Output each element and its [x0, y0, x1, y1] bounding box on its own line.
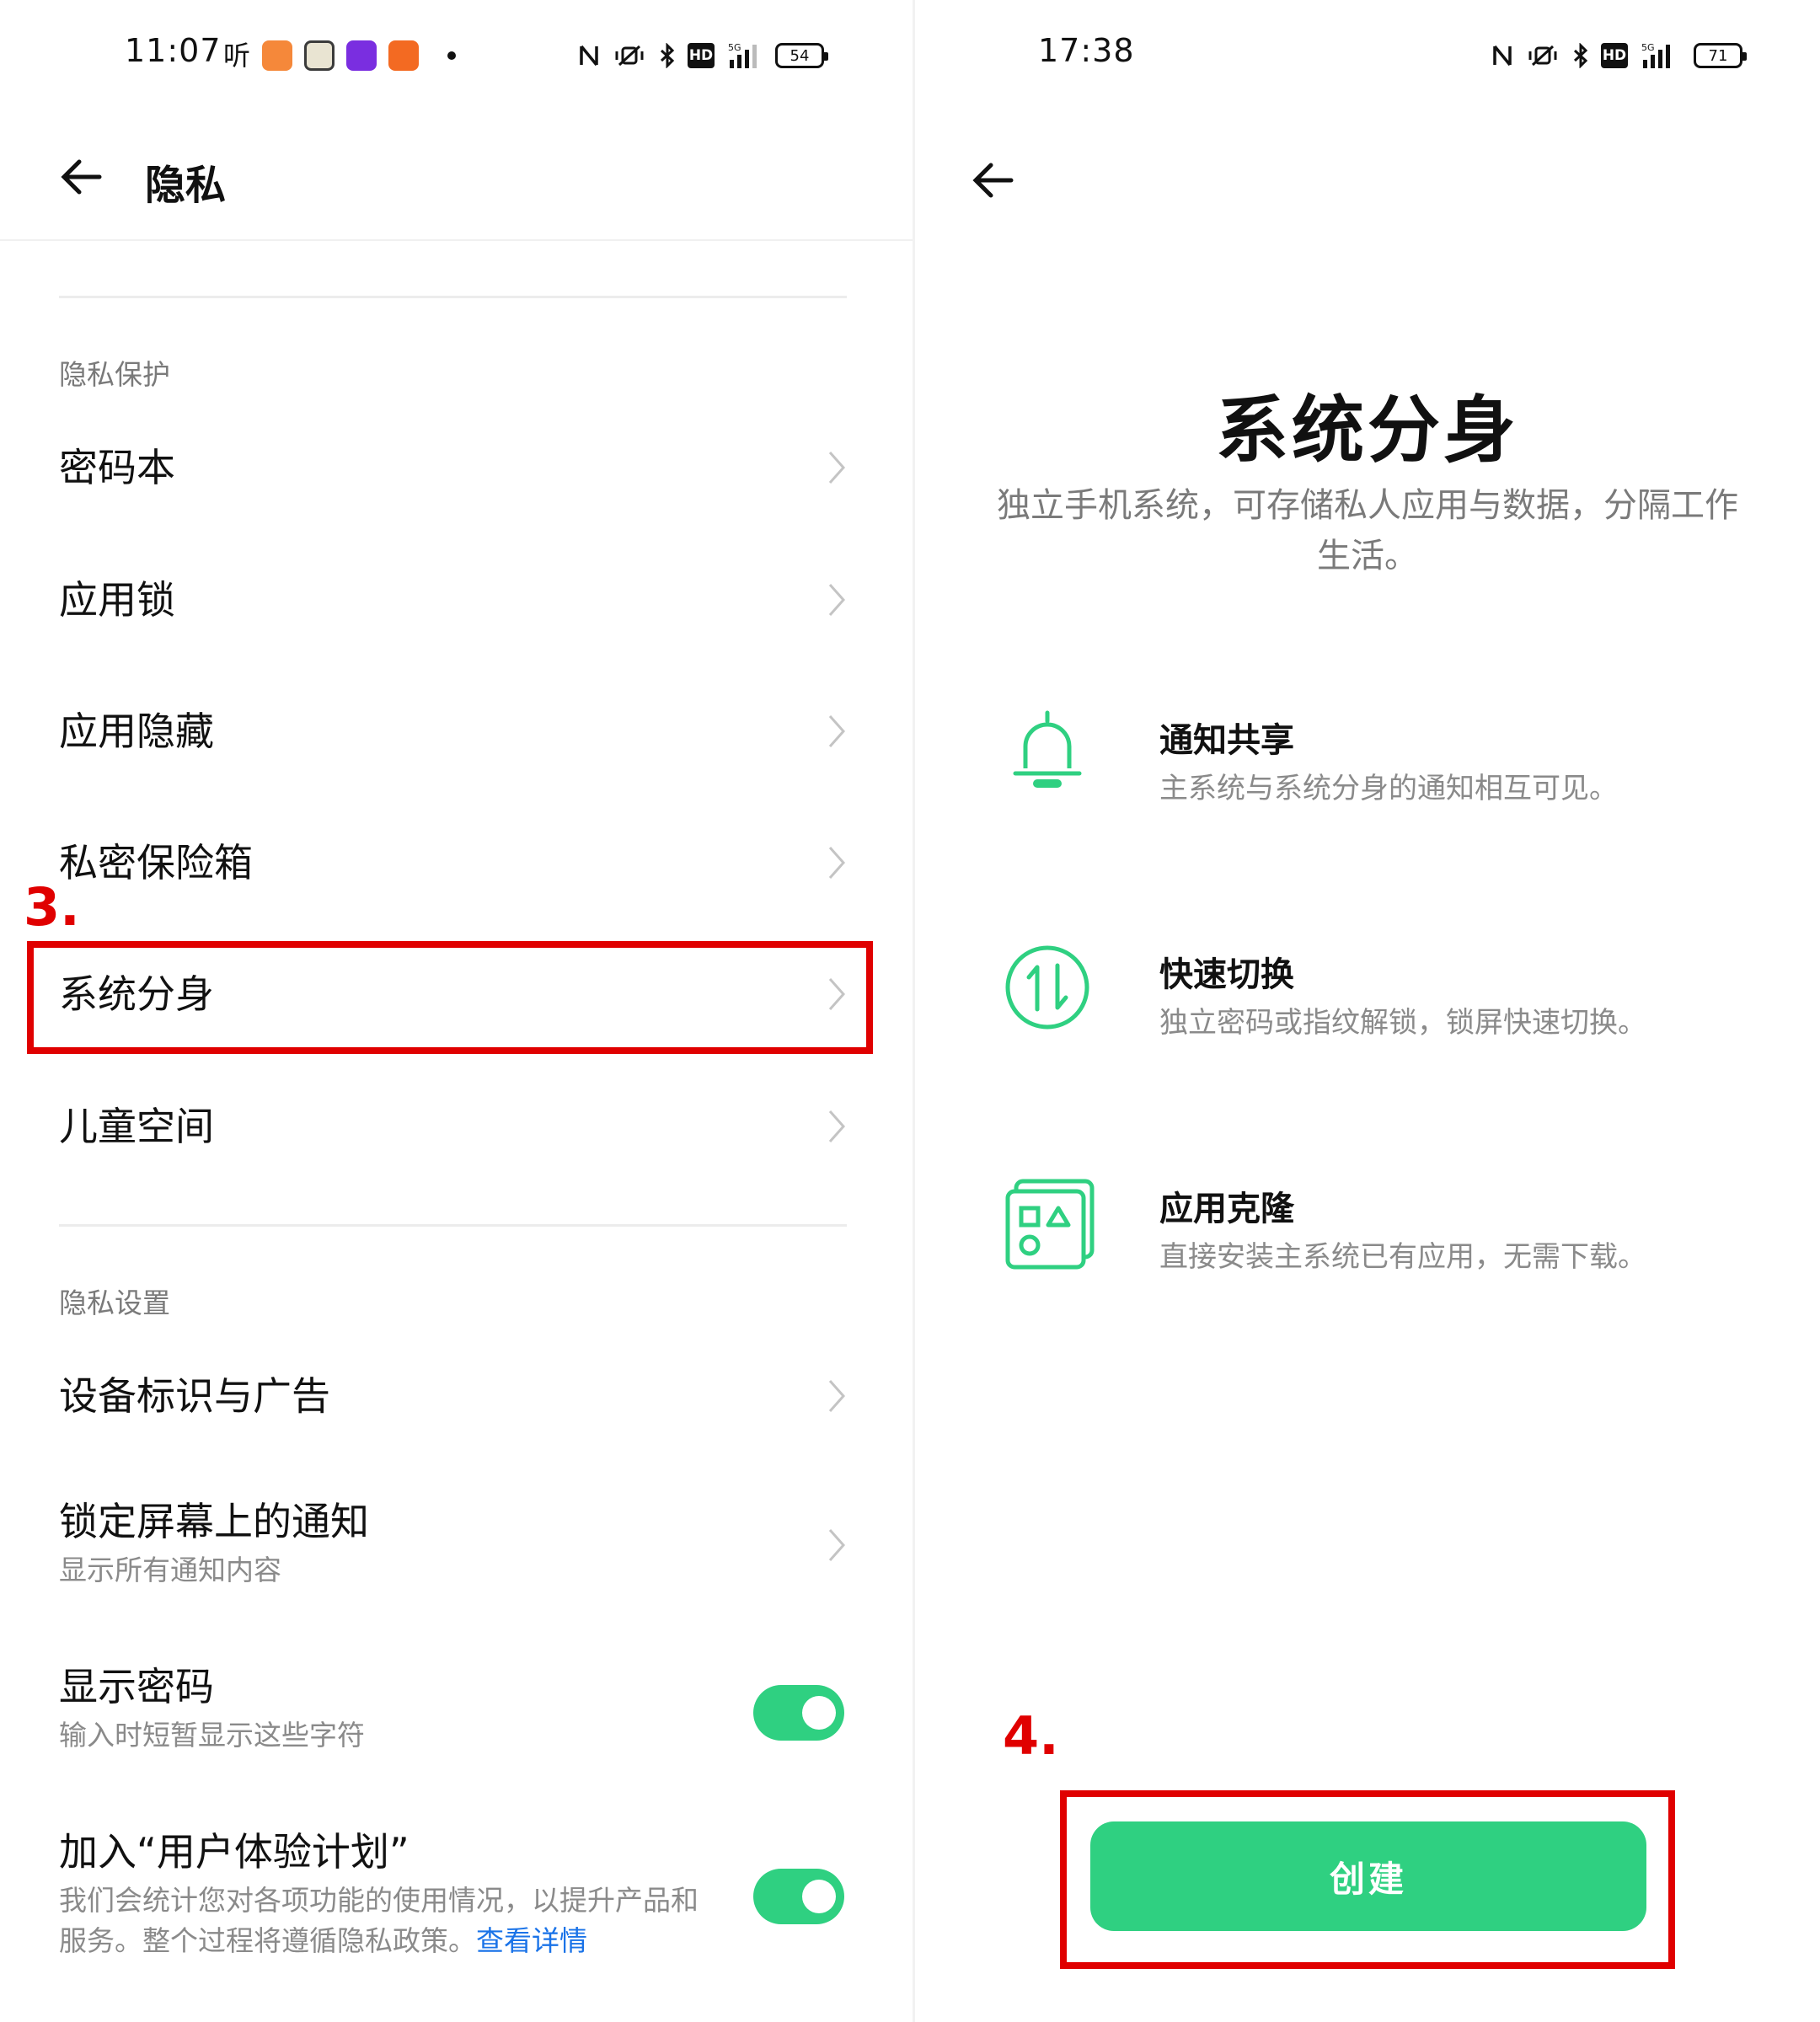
signal-5g-icon: 5G [1641, 42, 1670, 68]
feature-title: 通知共享 [1159, 721, 1294, 760]
item-label: 应用锁 [59, 577, 175, 623]
list-item-private-safe[interactable]: 私密保险箱 [59, 837, 851, 888]
list-item-device-id-ads[interactable]: 设备标识与广告 [59, 1371, 851, 1421]
feature-title: 应用克隆 [1159, 1190, 1294, 1228]
item-subtitle: 输入时短暂显示这些字符 [59, 1719, 365, 1752]
system-clone-screen: 17:38 HD 5G 71 系统分身 独立手机系统，可存储私人应用与数据，分隔… [915, 0, 1820, 2022]
chevron-right-icon [828, 1529, 846, 1561]
chevron-right-icon [828, 584, 846, 616]
list-item-lockscreen-notifications[interactable]: 锁定屏幕上的通知 显示所有通知内容 [59, 1496, 851, 1596]
section-divider [59, 296, 847, 298]
status-bar: 11:07 听 HD 5G 54 [0, 0, 913, 110]
chevron-right-icon [828, 847, 846, 879]
toggle-knob [802, 1696, 836, 1730]
status-time: 17:38 [1038, 32, 1135, 69]
list-item-app-hide[interactable]: 应用隐藏 [59, 706, 851, 757]
item-label: 显示密码 [59, 1664, 214, 1709]
switch-icon [1005, 945, 1089, 1030]
item-label: 密码本 [59, 445, 175, 490]
nfc-icon [580, 45, 598, 67]
item-subtitle: 显示所有通知内容 [59, 1554, 281, 1586]
feature-quick-switch: 快速切换 独立密码或指纹解锁，锁屏快速切换。 [915, 944, 1820, 1078]
chevron-right-icon [828, 1110, 846, 1142]
bell-icon [1013, 710, 1082, 788]
signal-5g-icon: 5G [728, 42, 757, 68]
feature-description: 直接安装主系统已有应用，无需下载。 [1159, 1240, 1646, 1274]
chevron-right-icon [828, 452, 846, 484]
bluetooth-icon [660, 43, 675, 68]
feature-notification-sharing: 通知共享 主系统与系统分身的通知相互可见。 [915, 709, 1820, 844]
ting-icon: 听 [223, 40, 251, 72]
item-label: 私密保险箱 [59, 840, 253, 885]
uc-browser-icon [262, 40, 293, 71]
app-icon [304, 40, 335, 71]
back-arrow-icon[interactable] [54, 152, 113, 202]
battery-indicator: 54 [775, 43, 828, 68]
nfc-icon [1493, 45, 1512, 67]
svg-text:5G: 5G [728, 42, 741, 53]
vibrate-mute-icon [615, 45, 644, 67]
feature-description: 独立密码或指纹解锁，锁屏快速切换。 [1159, 1006, 1646, 1040]
status-system-icons: HD 5G 54 [578, 37, 828, 74]
section-divider [59, 1224, 847, 1227]
video-app-icon [346, 40, 377, 71]
vibrate-mute-icon [1528, 45, 1557, 67]
list-item-app-lock[interactable]: 应用锁 [59, 575, 851, 625]
show-password-toggle[interactable] [753, 1685, 844, 1741]
privacy-settings-screen: 11:07 听 HD 5G 54 隐私 隐私保护 密码本 应用锁 应用隐藏 私密… [0, 0, 913, 2022]
item-subtitle: 我们会统计您对各项功能的使用情况，以提升产品和服务。整个过程将遵循隐私政策。查看… [59, 1880, 716, 1961]
hero-title: 系统分身 [1216, 388, 1519, 473]
app-clone-icon [1005, 1179, 1095, 1270]
header-divider [0, 239, 913, 241]
highlight-box-system-clone [27, 941, 873, 1054]
shop-app-icon [388, 40, 420, 71]
user-experience-toggle[interactable] [753, 1869, 844, 1924]
battery-indicator: 71 [1694, 43, 1747, 68]
list-item-show-password: 显示密码 输入时短暂显示这些字符 [59, 1661, 851, 1761]
list-item-kids-space[interactable]: 儿童空间 [59, 1101, 851, 1152]
view-details-link[interactable]: 查看详情 [476, 1924, 587, 1957]
item-label: 加入“用户体验计划” [59, 1829, 410, 1875]
hero-subtitle: 独立手机系统，可存储私人应用与数据，分隔工作生活。 [997, 486, 1738, 575]
page-title: 隐私 [145, 162, 227, 209]
feature-app-clone: 应用克隆 直接安装主系统已有应用，无需下载。 [915, 1178, 1820, 1313]
status-app-icons: 听 [223, 37, 457, 74]
list-item-user-experience-program: 加入“用户体验计划” 我们会统计您对各项功能的使用情况，以提升产品和服务。整个过… [59, 1827, 851, 1970]
svg-text:5G: 5G [1641, 42, 1655, 53]
more-notifications-dot [447, 51, 457, 60]
item-label: 应用隐藏 [59, 709, 214, 754]
chevron-right-icon [828, 1380, 846, 1412]
hd-icon: HD [688, 43, 715, 68]
toggle-knob [802, 1880, 836, 1913]
step-annotation-4: 4. [1003, 1705, 1059, 1767]
item-subtitle-text: 我们会统计您对各项功能的使用情况，以提升产品和服务。整个过程将遵循隐私政策。 [59, 1884, 699, 1957]
item-label: 锁定屏幕上的通知 [59, 1499, 369, 1544]
status-time: 11:07 [125, 32, 222, 69]
step-annotation-3: 3. [24, 876, 80, 938]
back-arrow-icon[interactable] [966, 155, 1025, 206]
section-label-privacy-protection: 隐私保护 [59, 358, 170, 391]
highlight-box-create [1060, 1790, 1675, 1969]
section-label-privacy-settings: 隐私设置 [59, 1286, 170, 1319]
feature-description: 主系统与系统分身的通知相互可见。 [1159, 772, 1618, 805]
hd-icon: HD [1601, 43, 1628, 68]
status-system-icons: HD 5G 71 [1491, 37, 1747, 74]
list-item-password-book[interactable]: 密码本 [59, 442, 851, 493]
item-label: 儿童空间 [59, 1104, 214, 1149]
status-bar: 17:38 HD 5G 71 [915, 0, 1820, 110]
chevron-right-icon [828, 715, 846, 747]
item-label: 设备标识与广告 [59, 1373, 330, 1419]
bluetooth-icon [1573, 43, 1588, 68]
feature-title: 快速切换 [1159, 955, 1294, 994]
